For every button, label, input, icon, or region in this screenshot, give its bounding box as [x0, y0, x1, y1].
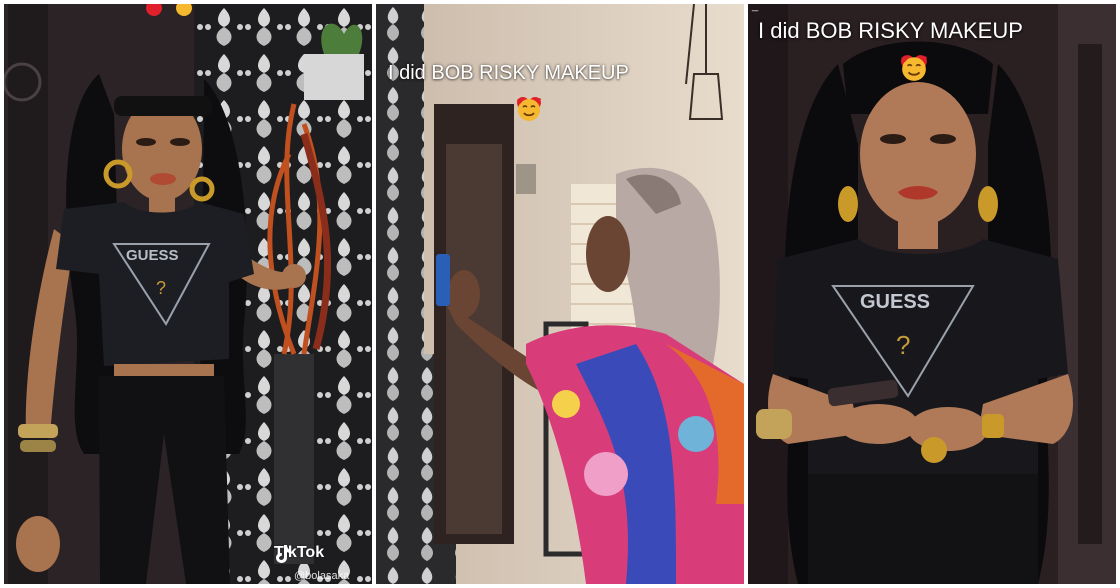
shirt-logo-text: GUESS: [126, 247, 179, 264]
smiling-face-with-hearts-icon: [517, 98, 541, 121]
tiktok-logo-icon: [276, 545, 291, 563]
smiling-face-with-hearts-icon: [901, 56, 927, 81]
left-photo-panel: GUESS ? TikTok @bolasaka: [4, 4, 372, 584]
left-photo: GUESS ?: [4, 4, 372, 584]
middle-photo-panel: I did BOB RISKY MAKEUP: [376, 4, 744, 584]
svg-text:?: ?: [896, 330, 910, 360]
middle-caption: I did BOB RISKY MAKEUP: [388, 62, 629, 84]
tiktok-watermark: TikTok: [274, 544, 324, 563]
right-caption: I did BOB RISKY MAKEUP: [758, 18, 1023, 43]
middle-photo: [376, 4, 744, 584]
right-username-handle: _: [752, 4, 759, 12]
shirt-logo-text-right: GUESS: [860, 291, 930, 313]
svg-text:?: ?: [156, 278, 166, 298]
right-photo: GUESS ?: [748, 4, 1116, 584]
right-photo-panel: GUESS ? _ I did BOB RISKY MAKEUP: [748, 4, 1116, 584]
tiktok-username: @bolasaka: [294, 570, 350, 582]
